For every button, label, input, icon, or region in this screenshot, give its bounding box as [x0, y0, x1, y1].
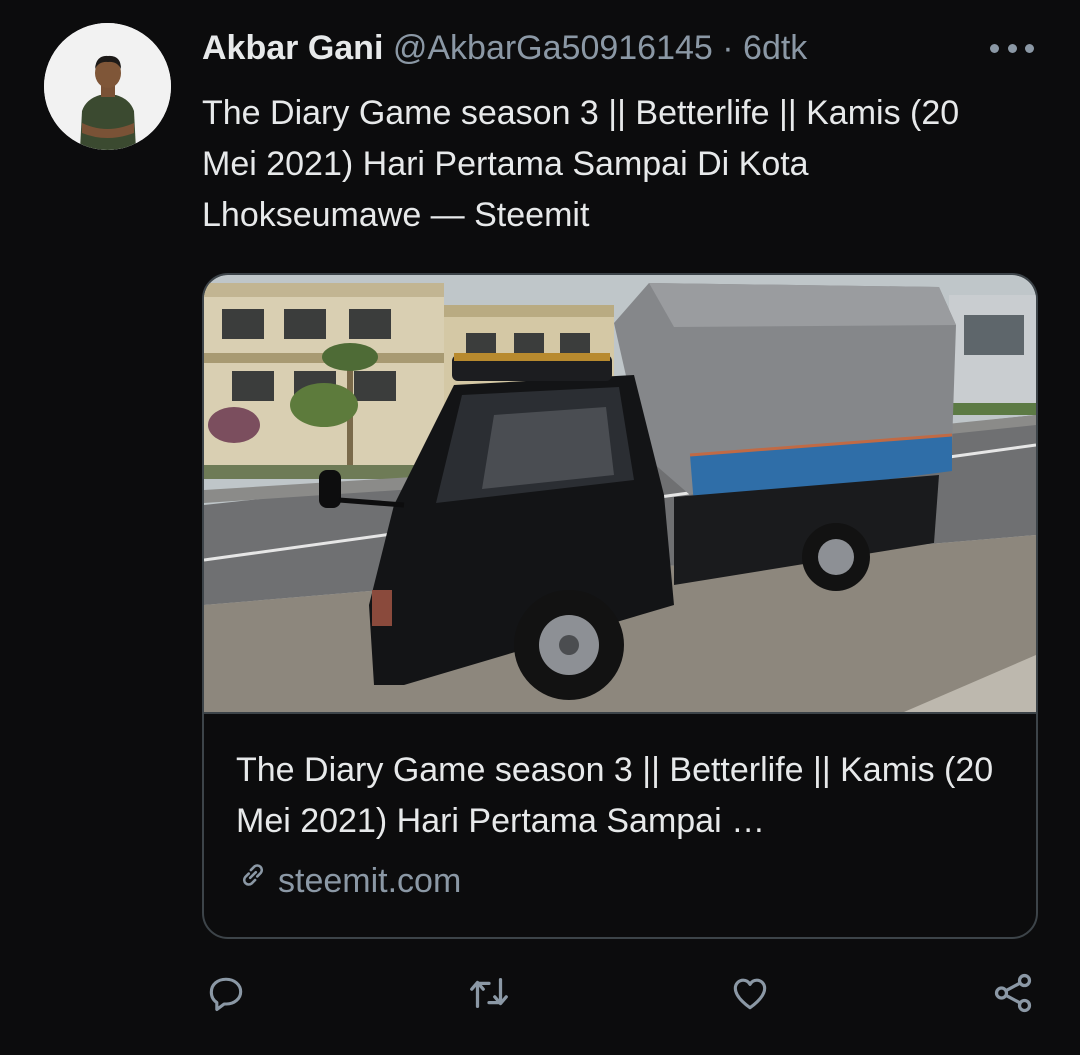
share-icon	[990, 970, 1036, 1021]
link-card[interactable]: The Diary Game season 3 || Betterlife ||…	[202, 273, 1038, 939]
link-card-domain-text: steemit.com	[278, 861, 462, 900]
reply-button[interactable]	[196, 965, 256, 1025]
tweet-header: Akbar Gani @AkbarGa50916145 · 6dtk	[202, 28, 807, 68]
like-button[interactable]	[720, 965, 780, 1025]
author-name[interactable]: Akbar Gani	[202, 29, 383, 67]
link-card-title[interactable]: The Diary Game season 3 || Betterlife ||…	[236, 745, 1016, 847]
reply-icon	[204, 971, 248, 1020]
more-horizontal-icon	[990, 43, 999, 53]
tweet[interactable]: Akbar Gani @AkbarGa50916145 · 6dtk The D…	[0, 0, 1080, 1055]
link-icon	[236, 858, 270, 903]
retweet-button[interactable]	[459, 965, 519, 1025]
header-separator: ·	[722, 29, 734, 67]
share-button[interactable]	[983, 965, 1043, 1025]
link-card-domain[interactable]: steemit.com	[236, 858, 461, 903]
tweet-timestamp[interactable]: 6dtk	[743, 29, 807, 67]
author-handle[interactable]: @AkbarGa50916145	[393, 29, 713, 67]
tweet-text: The Diary Game season 3 || Betterlife ||…	[202, 94, 960, 234]
tweet-actions	[0, 965, 1080, 1025]
heart-icon	[728, 971, 772, 1020]
link-card-image[interactable]	[204, 275, 1036, 714]
more-options-button[interactable]	[990, 34, 1034, 62]
avatar[interactable]	[44, 23, 171, 150]
retweet-icon	[466, 970, 512, 1021]
